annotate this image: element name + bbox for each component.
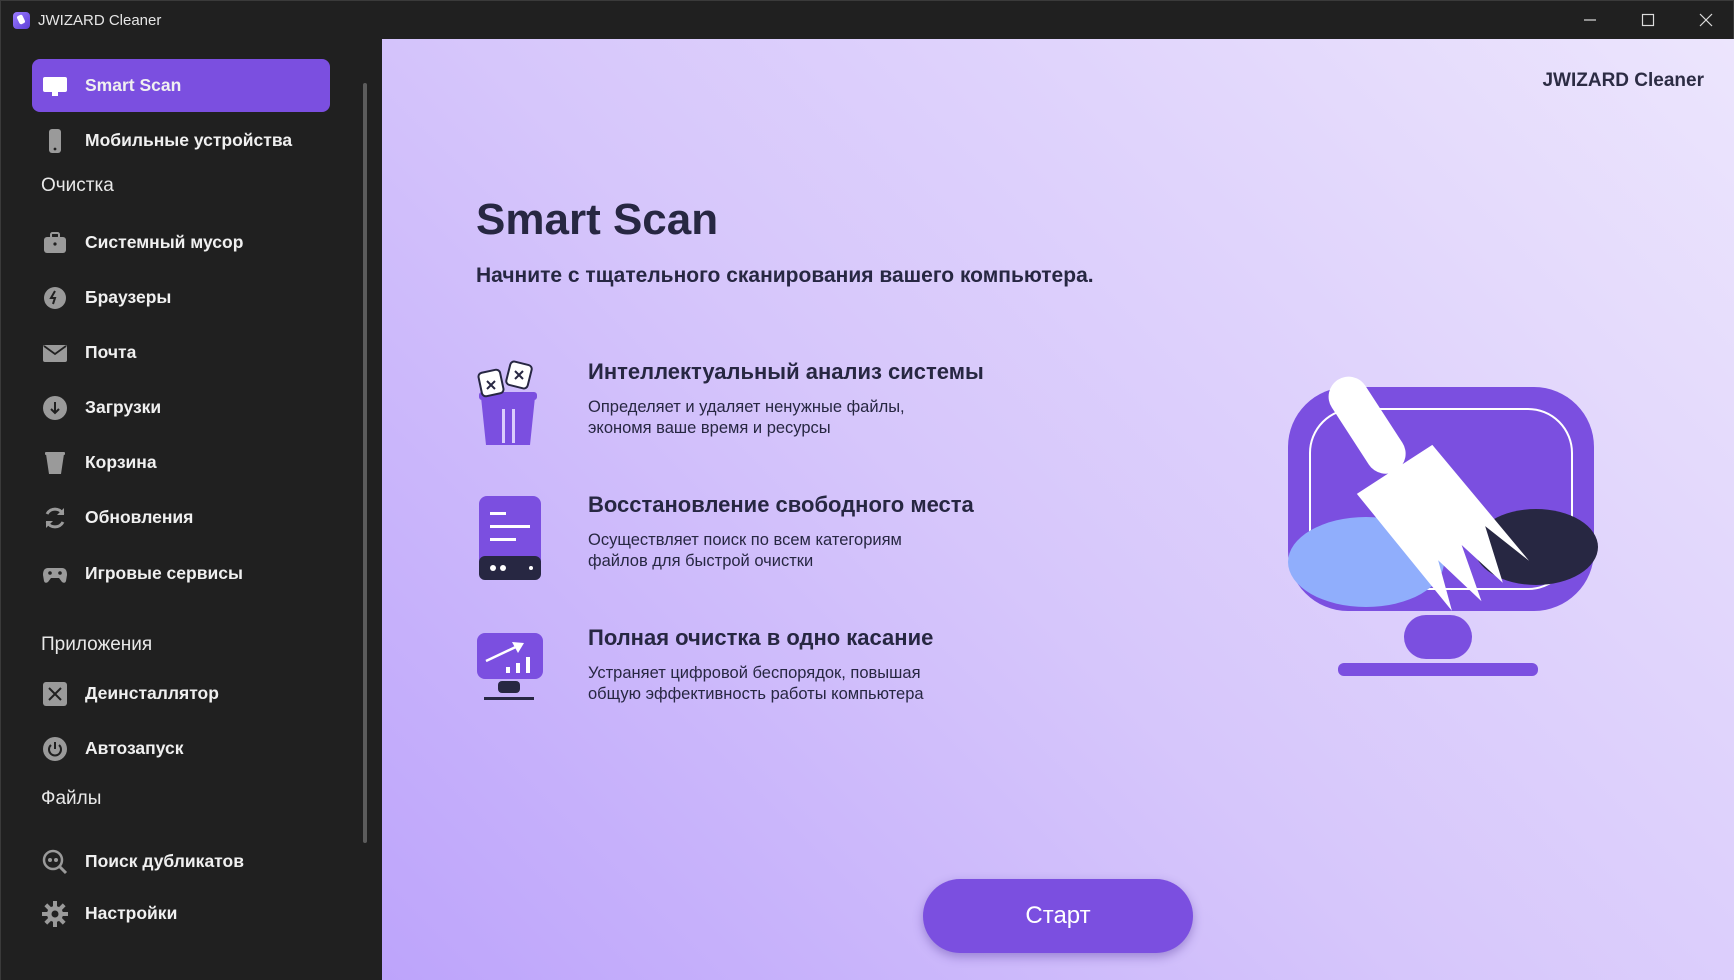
- sidebar-item-label: Почта: [85, 342, 137, 362]
- sidebar-item-label: Настройки: [85, 903, 178, 923]
- section-label-cleaning: Очистка: [41, 175, 114, 196]
- title-bar: JWIZARD Cleaner: [1, 1, 1734, 39]
- window-controls: [1561, 1, 1734, 39]
- sidebar-item-label: Мобильные устройства: [85, 130, 293, 150]
- feature-description-line: общую эффективность работы компьютера: [588, 685, 924, 703]
- minimize-icon: [1584, 19, 1596, 21]
- sidebar-item-trash[interactable]: Корзина: [32, 436, 330, 489]
- smartphone-icon: [42, 128, 68, 154]
- feature-title: Полная очистка в одно касание: [588, 625, 934, 650]
- sidebar-item-label: Деинсталлятор: [85, 683, 219, 703]
- sidebar-item-label: Автозапуск: [85, 738, 184, 758]
- sidebar-item-label: Обновления: [85, 507, 194, 527]
- trash-icon: [42, 450, 68, 476]
- download-icon: [42, 395, 68, 421]
- section-label-files: Файлы: [41, 788, 102, 809]
- sidebar-item-uninstaller[interactable]: Деинсталлятор: [32, 667, 330, 720]
- performance-chart-icon: [477, 633, 543, 700]
- power-icon: [42, 736, 68, 762]
- maximize-button[interactable]: [1619, 1, 1677, 39]
- briefcase-icon: [42, 230, 68, 256]
- sidebar-item-autostart[interactable]: Автозапуск: [32, 722, 330, 775]
- app-logo-icon: [13, 11, 30, 29]
- sidebar-item-system-junk[interactable]: Системный мусор: [32, 216, 330, 269]
- sidebar-scrollbar[interactable]: [363, 83, 367, 843]
- sidebar-item-mail[interactable]: Почта: [32, 326, 330, 379]
- feature-description-line: Устраняет цифровой беспорядок, повышая: [588, 664, 921, 682]
- minimize-button[interactable]: [1561, 1, 1619, 39]
- sidebar-item-label: Системный мусор: [85, 232, 244, 252]
- maximize-icon: [1641, 13, 1655, 27]
- start-button[interactable]: Старт: [923, 879, 1193, 953]
- close-button[interactable]: [1677, 1, 1734, 39]
- sidebar-item-settings[interactable]: Настройки: [32, 887, 330, 940]
- feature-description: Определяет и удаляет ненужные файлы, эко…: [588, 397, 1008, 439]
- page-subtitle: Начните с тщательного сканирования вашег…: [476, 264, 1094, 287]
- section-label-applications: Приложения: [41, 634, 153, 655]
- main-panel: JWIZARD Cleaner Smart Scan Начните с тща…: [382, 39, 1734, 980]
- feature-description: Устраняет цифровой беспорядок, повышая о…: [588, 663, 1008, 705]
- window-title: JWIZARD Cleaner: [38, 11, 162, 29]
- monitor-icon: [42, 73, 68, 99]
- feature-description-line: Осуществляет поиск по всем категориям: [588, 531, 902, 549]
- feature-description-line: экономя ваше время и ресурсы: [588, 419, 831, 437]
- storage-drive-icon: [479, 496, 541, 580]
- sidebar-item-duplicate-search[interactable]: Поиск дубликатов: [32, 835, 330, 888]
- monitor-broom-illustration: [1288, 376, 1598, 676]
- feature-description: Осуществляет поиск по всем категориям фа…: [588, 530, 1008, 572]
- gear-icon: [42, 900, 68, 927]
- feature-title: Восстановление свободного места: [588, 492, 974, 517]
- sidebar-item-downloads[interactable]: Загрузки: [32, 381, 330, 434]
- sidebar: Smart Scan Мобильные устройства Очистка …: [1, 39, 382, 980]
- feature-item: Восстановление свободного места Осуществ…: [476, 492, 1176, 592]
- sidebar-item-label: Smart Scan: [85, 75, 182, 95]
- uninstall-icon: [42, 681, 68, 707]
- page-title: Smart Scan: [476, 195, 719, 244]
- feature-item: Полная очистка в одно касание Устраняет …: [476, 625, 1176, 725]
- sidebar-item-label: Загрузки: [85, 397, 162, 417]
- sidebar-item-label: Поиск дубликатов: [85, 851, 244, 871]
- sidebar-item-label: Браузеры: [85, 287, 172, 307]
- feature-description-line: Определяет и удаляет ненужные файлы,: [588, 398, 905, 416]
- trash-files-icon: [477, 360, 537, 445]
- sidebar-item-browsers[interactable]: Браузеры: [32, 271, 330, 324]
- sidebar-item-label: Игровые сервисы: [85, 563, 243, 583]
- sidebar-item-game-services[interactable]: Игровые сервисы: [32, 547, 330, 600]
- duplicate-search-icon: [42, 849, 68, 875]
- app-window: JWIZARD Cleaner Smart Scan Мобильные уст…: [0, 0, 1734, 980]
- refresh-icon: [42, 505, 68, 531]
- feature-description-line: файлов для быстрой очистки: [588, 552, 814, 570]
- browser-icon: [42, 285, 68, 311]
- sidebar-item-updates[interactable]: Обновления: [32, 491, 330, 544]
- brand-title: JWIZARD Cleaner: [1542, 70, 1704, 91]
- mail-icon: [42, 340, 68, 366]
- feature-title: Интеллектуальный анализ системы: [588, 359, 984, 384]
- sidebar-item-smart-scan[interactable]: Smart Scan: [32, 59, 330, 112]
- sidebar-item-label: Корзина: [85, 452, 157, 472]
- sidebar-item-mobile-devices[interactable]: Мобильные устройства: [32, 114, 330, 167]
- feature-item: Интеллектуальный анализ системы Определя…: [476, 359, 1176, 459]
- gamepad-icon: [42, 561, 68, 587]
- close-icon: [1699, 13, 1713, 27]
